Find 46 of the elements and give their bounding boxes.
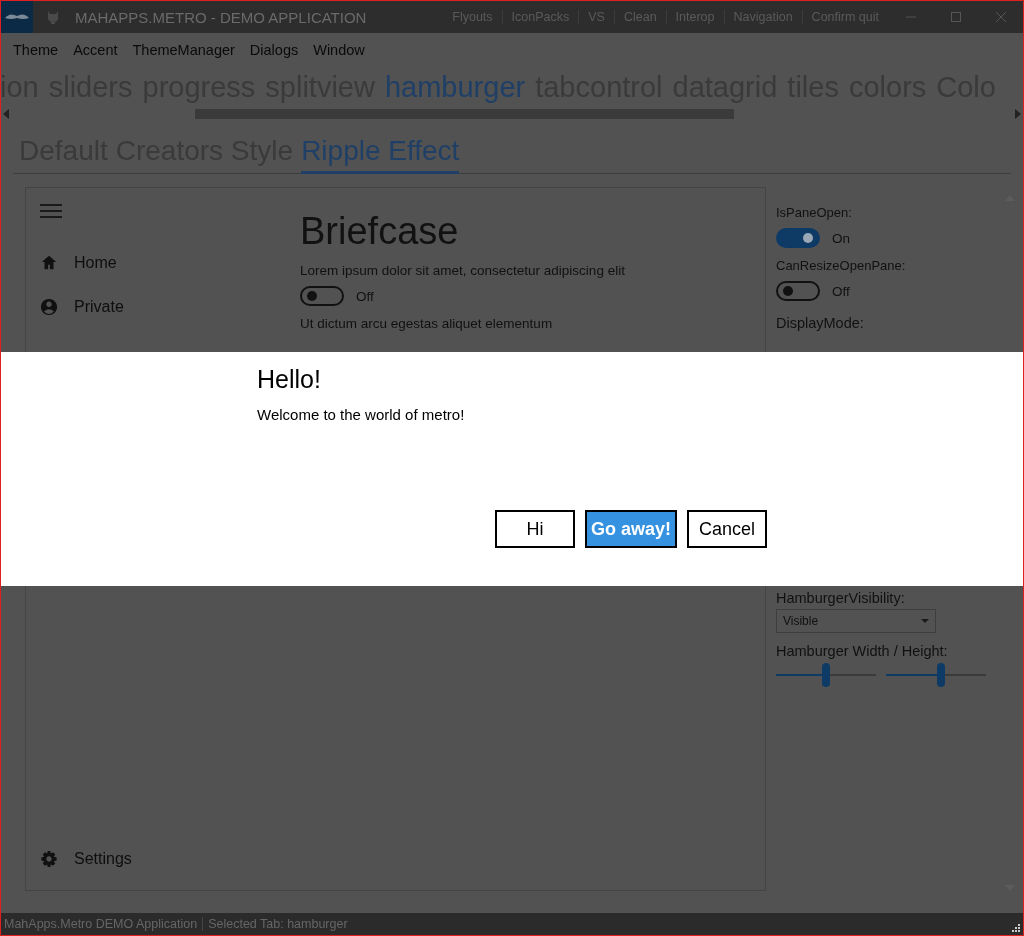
dialog-button[interactable]: Hi — [494, 510, 575, 548]
toggle-state: On — [832, 230, 850, 246]
settings-icon — [40, 850, 58, 868]
page-heading: Briefcase — [300, 210, 460, 253]
status-text: Selected Tab: hamburger — [202, 917, 353, 931]
user-icon — [40, 298, 58, 316]
menu-icon[interactable] — [40, 204, 62, 218]
menu-item[interactable]: Dialogs — [249, 42, 299, 58]
option-label: CanResizeOpenPane: — [776, 258, 907, 273]
maximize-icon[interactable] — [951, 12, 961, 22]
home-icon — [40, 254, 58, 272]
dialog-button[interactable]: Go away! — [584, 510, 677, 548]
option-label: DisplayMode: — [776, 315, 865, 331]
mustache-logo-icon — [1, 1, 33, 33]
option-label: HamburgerVisibility: — [776, 590, 906, 606]
dialog-message: Welcome to the world of metro! — [257, 406, 466, 423]
nav-item[interactable]: Settings — [40, 850, 132, 868]
toggle-switch[interactable] — [776, 281, 820, 301]
menu-item[interactable]: ThemeManager — [132, 42, 235, 58]
nav-item[interactable]: Private — [40, 298, 124, 316]
toggle-state: Off — [832, 283, 850, 299]
scrollbar-thumb[interactable] — [195, 109, 734, 119]
option-label: IsPaneOpen: — [776, 205, 853, 220]
dialog-button[interactable]: Cancel — [687, 510, 767, 548]
toggle-switch[interactable] — [300, 286, 344, 306]
dialog-title: Hello! — [257, 365, 322, 394]
slider[interactable] — [886, 663, 986, 687]
menu-item[interactable]: Accent — [73, 42, 118, 58]
caret-icon — [921, 619, 929, 623]
cat-icon[interactable] — [45, 9, 61, 25]
menu-item[interactable]: Window — [313, 42, 365, 58]
scroll-right-icon[interactable] — [1015, 109, 1021, 119]
toggle-state: Off — [356, 288, 374, 304]
close-icon[interactable] — [996, 12, 1006, 22]
scroll-left-icon[interactable] — [3, 109, 9, 119]
body-text: Ut dictum arcu egestas aliquet elementum — [300, 316, 554, 331]
visibility-dropdown[interactable]: Visible — [776, 609, 936, 633]
toggle-switch[interactable] — [776, 228, 820, 248]
body-text: Lorem ipsum dolor sit amet, consectetur adipiscing elit — [300, 263, 625, 278]
window-title: MAHAPPS.METRO - DEMO APPLICATION — [75, 8, 368, 26]
option-label: Hamburger Width / Height: — [776, 643, 949, 659]
status-text: MahApps.Metro DEMO Application — [3, 917, 199, 931]
slider[interactable] — [776, 663, 876, 687]
nav-item[interactable]: Home — [40, 254, 117, 272]
menu-item[interactable]: Theme — [13, 42, 59, 58]
resize-grip-icon[interactable] — [1010, 922, 1020, 932]
